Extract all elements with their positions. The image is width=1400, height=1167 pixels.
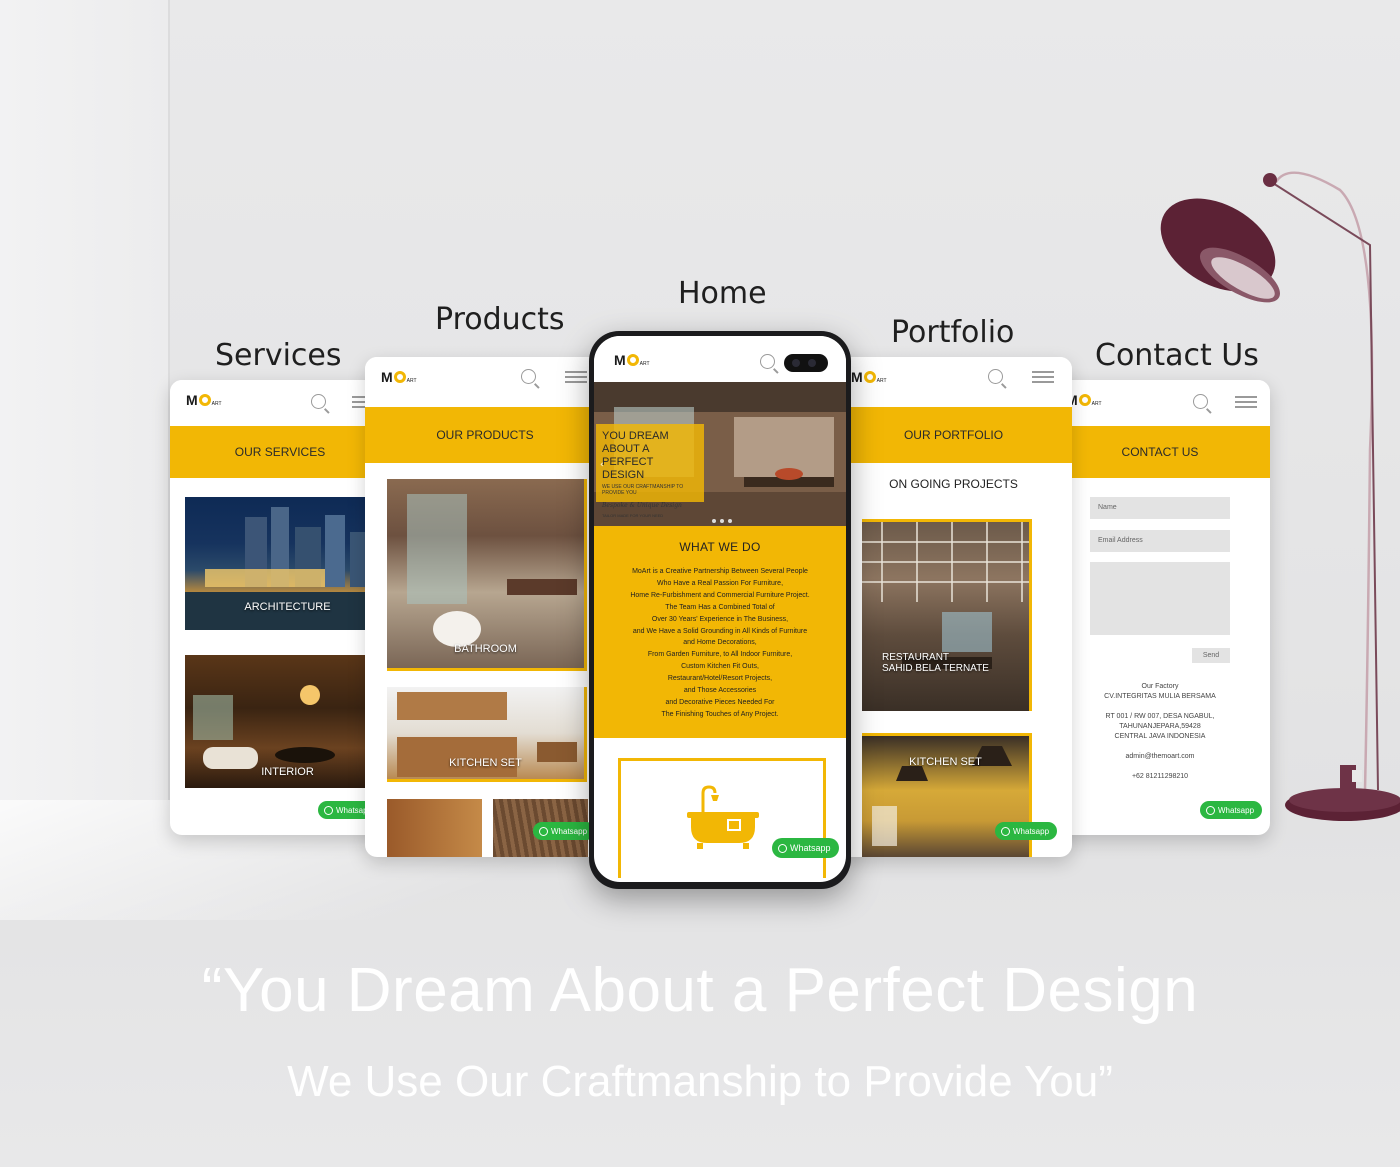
wall-left: [0, 0, 170, 800]
product-item-bathroom[interactable]: BATHROOM: [387, 479, 587, 671]
chevron-left-icon[interactable]: ‹: [600, 460, 604, 470]
label-contact: Contact Us: [1095, 338, 1259, 373]
contact-email-link[interactable]: admin@themoart.com: [1070, 752, 1250, 762]
hero-subtitle: WE USE OUR CRAFTMANSHIP TO PROVIDE YOU: [602, 484, 684, 496]
label-portfolio: Portfolio: [891, 315, 1015, 350]
what-we-do-title: WHAT WE DO: [679, 540, 761, 554]
restaurant-photo: [862, 522, 1029, 669]
product-item-kitchen-set[interactable]: KITCHEN SET: [387, 687, 587, 782]
portfolio-topbar: M ART: [835, 357, 1072, 407]
products-banner: OUR PRODUCTS: [365, 407, 605, 463]
architecture-label: ARCHITECTURE: [244, 601, 331, 613]
service-item-architecture[interactable]: ARCHITECTURE: [185, 497, 390, 630]
logo[interactable]: MART: [381, 369, 417, 385]
bathroom-label: BATHROOM: [454, 643, 517, 655]
logo[interactable]: MART: [186, 392, 222, 408]
what-we-do-body: MoArt is a Creative Partnership Between …: [630, 568, 810, 718]
camera-cutout: [784, 354, 828, 372]
service-item-interior[interactable]: INTERIOR: [185, 655, 390, 788]
slider-dots[interactable]: [712, 519, 732, 523]
send-button[interactable]: Send: [1192, 648, 1230, 663]
contact-topbar: MART: [1050, 380, 1270, 426]
products-topbar: M ART: [365, 357, 605, 407]
hero-card: YOU DREAM ABOUT A PERFECT DESIGN WE USE …: [596, 424, 704, 518]
message-field[interactable]: [1090, 562, 1230, 635]
menu-icon[interactable]: [1235, 396, 1257, 408]
search-icon[interactable]: [521, 369, 536, 384]
home-screen: M ART YOU DREAM ABOUT A PERFECT DESIGN WE…: [594, 336, 846, 882]
whatsapp-icon: [539, 826, 548, 836]
portfolio-kitchen-label: KITCHEN SET: [909, 756, 982, 768]
portfolio-item-restaurant[interactable]: RESTAURANT SAHID BELA TERNATE: [862, 519, 1032, 711]
menu-icon[interactable]: [1032, 371, 1054, 383]
whatsapp-button[interactable]: Whatsapp: [995, 822, 1058, 840]
whatsapp-icon: [1206, 805, 1215, 815]
whatsapp-icon: [778, 843, 787, 853]
services-topbar: M ART: [170, 380, 390, 426]
what-we-do-section: WHAT WE DO MoArt is a Creative Partnersh…: [594, 526, 846, 738]
label-home: Home: [678, 276, 767, 311]
tagline-main: “You Dream About a Perfect Design: [201, 956, 1199, 1025]
hero-tagline: TAILOR MADE FOR YOUR NEED: [602, 513, 664, 518]
portfolio-banner: OUR PORTFOLIO: [835, 407, 1072, 463]
restaurant-label: RESTAURANT SAHID BELA TERNATE: [882, 652, 989, 674]
contact-address: Our Factory CV.INTEGRITAS MULIA BERSAMA …: [1070, 682, 1250, 782]
home-topbar: M ART: [594, 336, 846, 382]
search-icon[interactable]: [1193, 394, 1208, 409]
hero-slider[interactable]: YOU DREAM ABOUT A PERFECT DESIGN WE USE …: [594, 382, 846, 526]
label-services: Services: [215, 338, 342, 373]
search-icon[interactable]: [311, 394, 326, 409]
product-item-door[interactable]: [387, 799, 482, 857]
label-products: Products: [435, 302, 565, 337]
services-screen: M ART OUR SERVICES ARCHITECTURE INTERIOR …: [170, 380, 390, 835]
hero-script: Bespoke & Unique Design: [602, 502, 682, 509]
kitchen-set-label: KITCHEN SET: [449, 757, 522, 769]
phone-frame: M ART YOU DREAM ABOUT A PERFECT DESIGN WE…: [589, 331, 851, 889]
services-banner: OUR SERVICES: [170, 426, 390, 478]
search-icon[interactable]: [760, 354, 775, 369]
menu-icon[interactable]: [565, 371, 587, 383]
portfolio-screen: M ART OUR PORTFOLIO ON GOING PROJECTS RES…: [835, 357, 1072, 857]
whatsapp-button[interactable]: Whatsapp: [533, 822, 596, 840]
interior-label: INTERIOR: [261, 766, 314, 778]
bathtub-icon: [687, 785, 759, 849]
products-screen: M ART OUR PRODUCTS BATHROOM KITCHEN SET W…: [365, 357, 605, 857]
contact-screen: MART CONTACT US Name Email Address Send …: [1050, 380, 1270, 835]
tagline-sub: We Use Our Craftmanship to Provide You”: [287, 1057, 1113, 1106]
bathroom-service-card[interactable]: [618, 758, 826, 878]
name-field[interactable]: Name: [1090, 497, 1230, 519]
logo[interactable]: MART: [851, 369, 887, 385]
search-icon[interactable]: [988, 369, 1003, 384]
contact-phone-link[interactable]: +62 81211298210: [1070, 772, 1250, 782]
whatsapp-icon: [1001, 826, 1010, 836]
whatsapp-button[interactable]: Whatsapp: [772, 838, 839, 858]
contact-banner: CONTACT US: [1050, 426, 1270, 478]
whatsapp-icon: [324, 805, 333, 815]
whatsapp-button[interactable]: Whatsapp: [1200, 801, 1263, 819]
ongoing-projects-heading: ON GOING PROJECTS: [889, 477, 1018, 491]
logo[interactable]: MART: [614, 352, 650, 368]
hero-title: YOU DREAM ABOUT A PERFECT DESIGN: [602, 430, 669, 481]
email-field[interactable]: Email Address: [1090, 530, 1230, 552]
